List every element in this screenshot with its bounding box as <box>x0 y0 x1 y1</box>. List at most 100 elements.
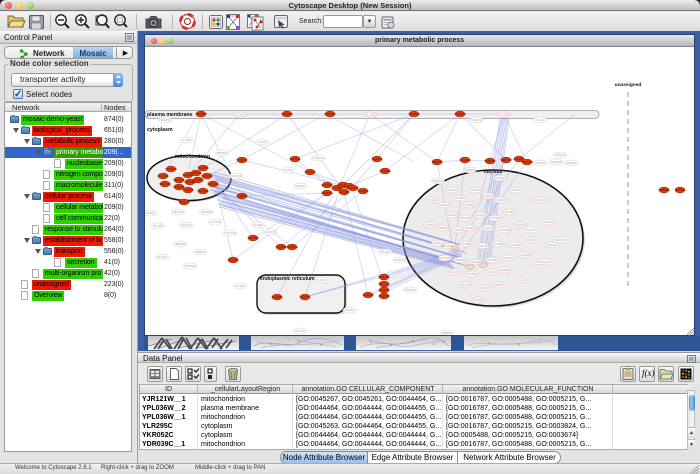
svg-text:YLR044C: YLR044C <box>485 271 496 274</box>
svg-text:YDR039C: YDR039C <box>454 112 466 116</box>
svg-text:YLR044C: YLR044C <box>460 217 471 220</box>
svg-text:YLR295C: YLR295C <box>304 170 315 174</box>
svg-text:YOL086C: YOL086C <box>470 189 481 192</box>
svg-text:YDL198C: YDL198C <box>295 330 306 333</box>
svg-text:YGL008C: YGL008C <box>459 158 471 162</box>
svg-text:YOR222W: YOR222W <box>264 231 277 234</box>
svg-text:YLR295C: YLR295C <box>190 171 201 175</box>
svg-text:YOR222W: YOR222W <box>312 157 325 160</box>
svg-text:YMR056C: YMR056C <box>404 289 416 292</box>
svg-text:YKL060C: YKL060C <box>450 271 461 274</box>
svg-text:YGL008C: YGL008C <box>275 245 287 249</box>
svg-text:YPL134C: YPL134C <box>535 119 546 122</box>
svg-text:YLR295C: YLR295C <box>299 295 310 299</box>
svg-text:YGL008C: YGL008C <box>338 190 350 194</box>
svg-text:YMR056C: YMR056C <box>184 265 196 268</box>
svg-text:YOL086C: YOL086C <box>465 204 476 207</box>
svg-text:YOR222W: YOR222W <box>180 224 193 227</box>
svg-text:YKL060C: YKL060C <box>503 257 514 260</box>
svg-text:YGL008C: YGL008C <box>173 178 185 182</box>
svg-text:YGL008C: YGL008C <box>362 293 374 297</box>
svg-text:YOR222W: YOR222W <box>394 259 407 262</box>
svg-text:YOR222W: YOR222W <box>230 175 243 178</box>
svg-text:YDR039C: YDR039C <box>207 182 219 186</box>
svg-text:YOL086C: YOL086C <box>465 227 476 230</box>
svg-text:YOL086C: YOL086C <box>505 211 516 214</box>
svg-text:YOL086C: YOL086C <box>498 113 510 117</box>
svg-text:YMR056C: YMR056C <box>194 251 206 254</box>
svg-text:YGL008C: YGL008C <box>157 174 169 178</box>
svg-text:YGL008C: YGL008C <box>271 295 283 299</box>
svg-text:YLR044C: YLR044C <box>493 284 504 287</box>
svg-text:mitochondrion: mitochondrion <box>175 154 210 160</box>
svg-text:YOL086C: YOL086C <box>467 273 478 276</box>
svg-text:YKL060C: YKL060C <box>477 287 488 290</box>
svg-text:YDR039C: YDR039C <box>201 174 213 178</box>
svg-text:YJL052W: YJL052W <box>234 113 246 117</box>
svg-text:YLR295C: YLR295C <box>192 178 203 182</box>
svg-text:YDL198C: YDL198C <box>145 212 156 215</box>
svg-text:YDL198C: YDL198C <box>235 285 246 288</box>
svg-text:YKL060C: YKL060C <box>535 199 546 202</box>
svg-text:YKL060C: YKL060C <box>495 199 506 202</box>
svg-text:YBR085W: YBR085W <box>216 152 228 155</box>
svg-text:YLR044C: YLR044C <box>483 195 494 198</box>
svg-text:YOR222W: YOR222W <box>224 232 237 235</box>
svg-text:YDL198C: YDL198C <box>315 279 326 282</box>
svg-text:YDL198C: YDL198C <box>253 224 264 227</box>
svg-text:YKL060C: YKL060C <box>475 214 486 217</box>
svg-text:YGR192C: YGR192C <box>454 259 466 262</box>
svg-text:YBR085W: YBR085W <box>159 119 171 122</box>
svg-text:YKR052C: YKR052C <box>408 112 420 116</box>
svg-text:YLR044C: YLR044C <box>515 279 526 282</box>
svg-text:YDL198C: YDL198C <box>181 139 192 142</box>
svg-text:YBR085W: YBR085W <box>174 243 186 246</box>
svg-text:cytoplasm: cytoplasm <box>147 127 173 133</box>
svg-text:YDR039C: YDR039C <box>321 191 333 195</box>
svg-text:YGR192C: YGR192C <box>514 224 526 227</box>
svg-text:YOR222W: YOR222W <box>209 221 222 224</box>
svg-text:YBR085W: YBR085W <box>554 239 566 242</box>
svg-text:YDL198C: YDL198C <box>525 229 536 232</box>
svg-text:YKL060C: YKL060C <box>535 264 546 267</box>
svg-text:YLR295C: YLR295C <box>236 158 247 162</box>
svg-text:YOL086C: YOL086C <box>461 243 472 246</box>
svg-text:YAL038W: YAL038W <box>364 113 376 117</box>
svg-text:YOL086C: YOL086C <box>500 269 511 272</box>
svg-text:YGR192C: YGR192C <box>476 245 488 248</box>
svg-text:YOL086C: YOL086C <box>493 243 504 246</box>
svg-text:YLR044C: YLR044C <box>433 242 444 245</box>
svg-text:YGR192C: YGR192C <box>459 284 471 287</box>
svg-text:YKR052C: YKR052C <box>286 245 298 249</box>
svg-text:YLR295C: YLR295C <box>674 188 685 192</box>
svg-text:YKR052C: YKR052C <box>324 112 336 116</box>
svg-text:YPL134C: YPL134C <box>380 251 391 254</box>
svg-text:YDR039C: YDR039C <box>378 275 390 279</box>
svg-text:YMR056C: YMR056C <box>565 162 577 165</box>
svg-text:YOL086C: YOL086C <box>525 239 536 242</box>
svg-text:YLR044C: YLR044C <box>437 227 448 230</box>
svg-text:YBR085W: YBR085W <box>441 332 453 335</box>
svg-text:YKR052C: YKR052C <box>289 157 301 161</box>
svg-text:YKR052C: YKR052C <box>159 182 171 186</box>
svg-text:YKL060C: YKL060C <box>495 177 506 180</box>
svg-text:plasma membrane: plasma membrane <box>147 112 193 118</box>
svg-text:YDL198C: YDL198C <box>153 225 164 228</box>
svg-text:YGR192C: YGR192C <box>464 169 476 172</box>
svg-text:YKL060C: YKL060C <box>487 259 498 262</box>
svg-text:endoplasmic reticulum: endoplasmic reticulum <box>260 276 315 282</box>
svg-text:YGL008C: YGL008C <box>195 112 207 116</box>
svg-text:YPL134C: YPL134C <box>345 309 356 312</box>
svg-text:YGR192C: YGR192C <box>482 227 494 230</box>
svg-text:YKL060C: YKL060C <box>427 199 438 202</box>
svg-text:YDR039C: YDR039C <box>247 236 259 240</box>
svg-text:YOR222W: YOR222W <box>550 161 563 164</box>
svg-text:YOL086C: YOL086C <box>510 189 521 192</box>
svg-text:YGL008C: YGL008C <box>197 166 209 170</box>
svg-text:YPL134C: YPL134C <box>257 141 268 144</box>
svg-text:YGR192C: YGR192C <box>519 254 531 257</box>
svg-text:YLR044C: YLR044C <box>447 189 458 192</box>
svg-text:YDR039C: YDR039C <box>378 294 390 298</box>
svg-text:YBR085W: YBR085W <box>172 211 184 214</box>
svg-text:YLR295C: YLR295C <box>371 157 382 161</box>
